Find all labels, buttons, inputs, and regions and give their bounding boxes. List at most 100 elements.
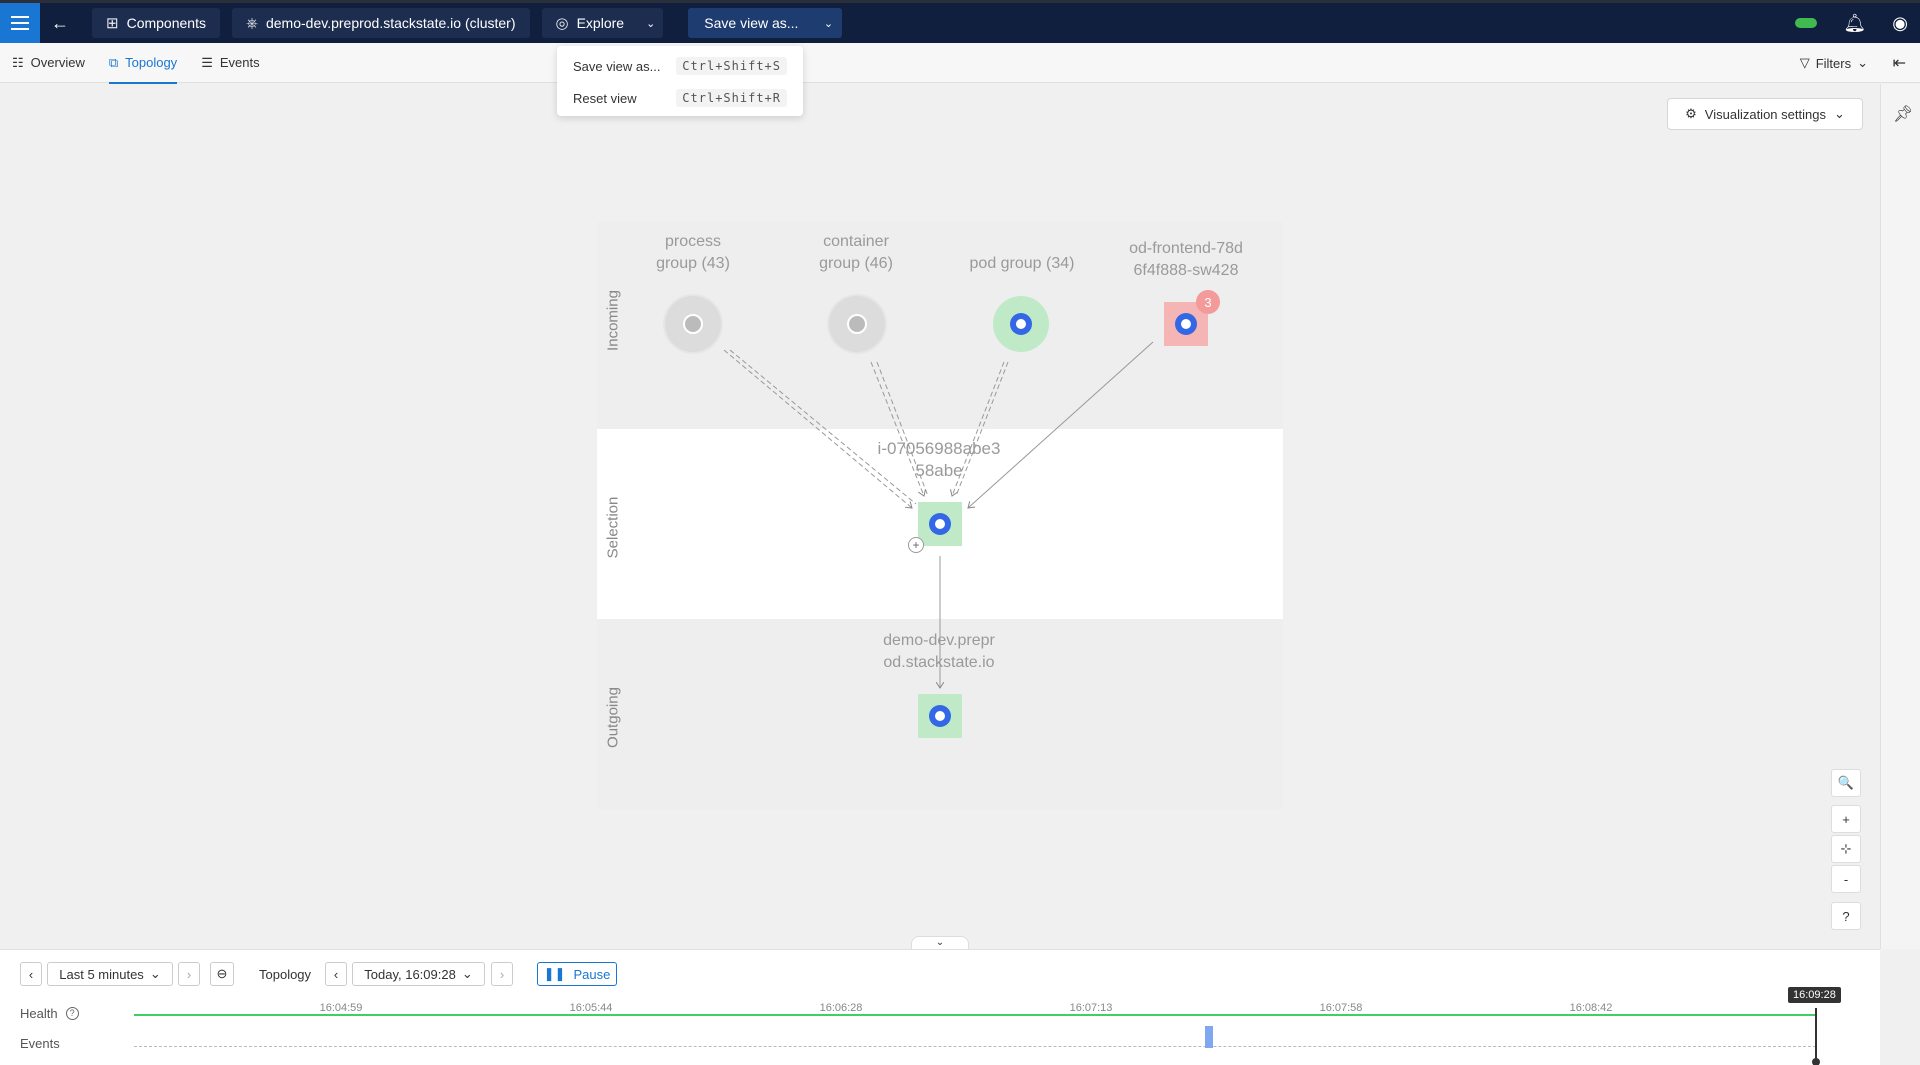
tab-label: Events <box>219 55 260 70</box>
health-label: Health <box>20 1006 58 1021</box>
node-label-process-group: process group (43) <box>613 231 773 275</box>
menu-item-save-view-as[interactable]: Save view as... Ctrl+Shift+S <box>557 50 803 82</box>
container-group-node[interactable] <box>829 296 885 352</box>
container-icon <box>847 314 867 334</box>
label-line: pod group (34) <box>969 255 1075 272</box>
health-status-line <box>134 1014 1816 1016</box>
time-tick: 16:06:28 <box>819 1002 863 1014</box>
node-label-pod-group: pod group (34) <box>942 253 1102 275</box>
zoom-out-button[interactable]: - <box>1831 865 1861 893</box>
kubernetes-node-icon <box>929 513 951 535</box>
pause-icon: ❚❚ <box>543 966 566 981</box>
lane-label-selection: Selection <box>604 496 622 559</box>
kubernetes-icon: ⎈ <box>245 14 258 32</box>
time-cursor-label: 16:09:28 <box>1788 987 1841 1003</box>
collapse-panel-icon[interactable]: ⇤ <box>1893 53 1906 73</box>
visualization-settings-label: Visualization settings <box>1704 106 1826 122</box>
help-button[interactable]: ? <box>1831 902 1861 930</box>
chevron-down-icon: ⌄ <box>149 966 161 981</box>
zoom-in-button[interactable]: + <box>1831 805 1861 833</box>
timeline-mode-label: Topology <box>259 966 312 982</box>
time-tick: 16:04:59 <box>319 1002 363 1014</box>
breadcrumb-components[interactable]: ⊞ Components <box>92 8 220 38</box>
time-cursor-handle[interactable] <box>1812 1058 1820 1065</box>
top-navigation-bar: ← ⊞ Components ⎈ demo-dev.preprod.stacks… <box>0 0 1920 43</box>
chevron-down-icon[interactable]: ⌄ <box>646 17 655 30</box>
topbar-actions: 🔔︎ ◉ <box>1795 13 1920 34</box>
fit-view-button[interactable]: ⊹ <box>1831 835 1861 863</box>
previous-time-button[interactable]: ‹ <box>325 962 347 986</box>
list-icon: ☷ <box>12 54 24 70</box>
time-select[interactable]: Today, 16:09:28 ⌄ <box>352 962 485 986</box>
tab-events[interactable]: ☰ Events <box>189 43 271 83</box>
time-cursor[interactable] <box>1815 1008 1817 1062</box>
gear-icon: ⚙ <box>1685 106 1697 121</box>
search-icon[interactable]: 🔍 <box>1831 769 1861 797</box>
save-view-split-button: Save view as... ⌄ <box>688 8 843 38</box>
chevron-down-icon: ⌄ <box>461 966 473 981</box>
time-tick: 16:08:42 <box>1569 1002 1613 1014</box>
expand-plus-button[interactable]: + <box>908 537 924 553</box>
tab-overview[interactable]: ☷ Overview <box>0 43 97 83</box>
breadcrumb-label: demo-dev.preprod.stackstate.io (cluster) <box>265 15 516 31</box>
grid-icon: ⊞ <box>106 15 119 32</box>
node-label-selected-instance: i-07056988abe3 58abe <box>859 438 1019 482</box>
node-label-container-group: container group (46) <box>776 231 936 275</box>
label-line: group (43) <box>656 255 730 272</box>
breadcrumb-label: Explore <box>576 15 625 31</box>
save-view-button[interactable]: Save view as... <box>688 8 814 38</box>
pin-icon[interactable]: 📌︎ <box>1893 104 1913 124</box>
menu-item-reset-view[interactable]: Reset view Ctrl+Shift+R <box>557 82 803 114</box>
process-group-node[interactable] <box>665 296 721 352</box>
label-line: container <box>823 233 889 250</box>
menu-item-label: Save view as... <box>573 58 661 74</box>
stackstate-logo-icon <box>1795 18 1818 28</box>
label-line: demo-dev.prepr <box>883 632 995 649</box>
node-label-frontend-pod: od-frontend-78d 6f4f888-sw428 <box>1106 238 1266 282</box>
selected-instance-node[interactable] <box>918 502 962 546</box>
pause-label: Pause <box>573 966 611 982</box>
visualization-settings-button[interactable]: ⚙ Visualization settings ⌄ <box>1667 98 1863 130</box>
help-circle-icon[interactable]: ? <box>65 1007 79 1020</box>
time-label: Today, 16:09:28 <box>364 966 456 982</box>
kubernetes-pod-icon <box>1175 313 1197 335</box>
time-range-label: Last 5 minutes <box>59 966 144 982</box>
pause-button[interactable]: ❚❚ Pause <box>537 962 617 986</box>
user-avatar-icon[interactable]: ◉ <box>1892 13 1908 34</box>
timeline-panel: ‹ Last 5 minutes ⌄ › ⊖ Topology ‹ Today,… <box>0 949 1880 1065</box>
time-range-select[interactable]: Last 5 minutes ⌄ <box>47 962 173 986</box>
next-time-button[interactable]: › <box>491 962 513 986</box>
zoom-out-time-icon[interactable]: ⊖ <box>210 962 234 986</box>
frontend-pod-node[interactable]: 3 <box>1164 290 1220 346</box>
cluster-node[interactable] <box>918 694 962 738</box>
next-range-button[interactable]: › <box>178 962 200 986</box>
keyboard-shortcut: Ctrl+Shift+R <box>676 89 787 107</box>
process-icon <box>683 314 703 334</box>
label-line: 58abe <box>915 461 963 480</box>
breadcrumb-explore[interactable]: ◎ Explore ⌄ <box>541 8 664 38</box>
event-marker[interactable] <box>1205 1026 1213 1048</box>
bell-icon[interactable]: 🔔︎ <box>1843 13 1866 34</box>
tab-label: Topology <box>125 55 178 70</box>
chevron-down-icon[interactable]: ⌄ <box>814 8 842 38</box>
kubernetes-pod-icon <box>1010 313 1032 335</box>
time-tick: 16:07:13 <box>1069 1002 1113 1014</box>
lane-label-outgoing: Outgoing <box>604 687 622 748</box>
events-row-label: Events <box>20 1036 60 1051</box>
timeline-controls: ‹ Last 5 minutes ⌄ › ⊖ Topology ‹ Today,… <box>0 950 1880 996</box>
previous-range-button[interactable]: ‹ <box>20 962 42 986</box>
right-side-rail: 📌︎ <box>1880 84 1920 949</box>
filters-button[interactable]: ▽ Filters ⌄ <box>1800 43 1868 83</box>
pod-group-node[interactable] <box>993 296 1049 352</box>
breadcrumb-cluster[interactable]: ⎈ demo-dev.preprod.stackstate.io (cluste… <box>231 8 530 38</box>
back-arrow-icon[interactable]: ← <box>40 3 80 43</box>
collapse-timeline-toggle[interactable]: ⌄ <box>911 936 969 950</box>
view-tabs-bar: ☷ Overview ⧉ Topology ☰ Events ▽ Filters… <box>0 43 1920 84</box>
chevron-down-icon: ⌄ <box>1857 55 1868 70</box>
tab-topology[interactable]: ⧉ Topology <box>97 43 189 84</box>
label-line: process <box>664 233 722 250</box>
label-line: i-07056988abe3 <box>877 439 1001 458</box>
menu-icon[interactable] <box>0 3 40 43</box>
keyboard-shortcut: Ctrl+Shift+S <box>676 57 787 75</box>
time-tick: 16:07:58 <box>1319 1002 1363 1014</box>
